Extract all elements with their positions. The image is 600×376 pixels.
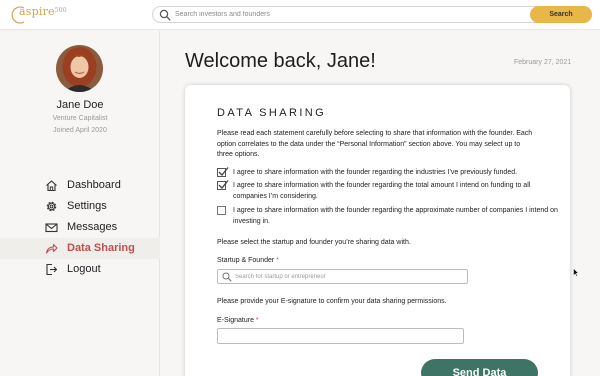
sidebar-item-data-sharing[interactable]: Data Sharing — [0, 238, 160, 259]
sidebar-item-label: Dashboard — [67, 179, 121, 191]
signature-field-label: E-Signature * — [217, 317, 259, 324]
checkmark-icon — [218, 180, 229, 190]
sidebar-item-messages[interactable]: Messages — [0, 217, 160, 238]
avatar-image — [56, 45, 103, 92]
consent-label: I agree to share information with the fo… — [233, 182, 531, 200]
envelope-icon — [45, 223, 58, 233]
startup-search-field — [217, 269, 468, 284]
intro-text: Please read each statement carefully bef… — [217, 130, 533, 158]
gear-icon — [46, 201, 57, 212]
logout-icon — [46, 263, 58, 276]
startup-label-text: Startup & Founder — [217, 257, 275, 264]
required-marker: * — [276, 257, 279, 264]
signature-label-text: E-Signature — [217, 317, 254, 324]
consent-checkbox-company-count[interactable] — [217, 206, 226, 215]
data-sharing-card: DATA SHARING Please read each statement … — [185, 85, 570, 376]
page-title: Welcome back, Jane! — [185, 50, 376, 72]
search-bar: Search — [152, 6, 592, 23]
brand-suffix: 500 — [54, 7, 67, 14]
checkmark-icon — [218, 167, 229, 177]
send-data-button[interactable]: Send Data — [421, 359, 538, 376]
e-signature-input[interactable] — [217, 328, 464, 344]
sidebar-item-dashboard[interactable]: Dashboard — [0, 175, 160, 196]
section-title: DATA SHARING — [217, 107, 327, 119]
sidebar-item-label: Settings — [67, 200, 107, 212]
search-icon — [159, 9, 171, 21]
select-prompt: Please select the startup and founder yo… — [217, 239, 411, 246]
user-name: Jane Doe — [56, 99, 104, 111]
user-role: Venture Capitalist — [52, 115, 108, 122]
top-bar: aspire500 Search — [0, 0, 600, 30]
consent-label: I agree to share information with the fo… — [233, 169, 518, 176]
sidebar-item-settings[interactable]: Settings — [0, 196, 160, 217]
brand-logo[interactable]: aspire500 — [19, 5, 67, 18]
sidebar-item-label: Messages — [67, 221, 118, 233]
sidebar-item-label: Data Sharing — [67, 242, 135, 254]
consent-label: I agree to share information with the fo… — [233, 207, 558, 225]
required-marker: * — [255, 317, 259, 324]
search-icon — [222, 272, 232, 282]
consent-checkbox-total-amount[interactable] — [217, 180, 229, 190]
home-icon — [46, 180, 57, 192]
current-date: February 27, 2021 — [514, 59, 572, 66]
search-button[interactable]: Search — [530, 6, 592, 23]
sidebar-nav: Dashboard Settings Messages Data Sharing — [0, 175, 160, 280]
startup-search-input[interactable] — [235, 270, 455, 283]
signature-prompt: Please provide your E-signature to confi… — [217, 298, 447, 305]
sidebar-item-logout[interactable]: Logout — [0, 259, 160, 280]
startup-field-label: Startup & Founder * — [217, 257, 279, 264]
avatar[interactable] — [56, 45, 103, 92]
sidebar: Jane Doe Venture Capitalist Joined April… — [0, 31, 160, 376]
share-arrow-icon — [45, 243, 58, 254]
brand-name: aspire — [19, 5, 55, 18]
mouse-cursor-icon — [573, 268, 579, 277]
consent-checkbox-industries[interactable] — [217, 167, 229, 177]
user-joined-date: Joined April 2020 — [53, 127, 107, 134]
search-input[interactable] — [175, 7, 475, 22]
sidebar-item-label: Logout — [67, 263, 101, 275]
